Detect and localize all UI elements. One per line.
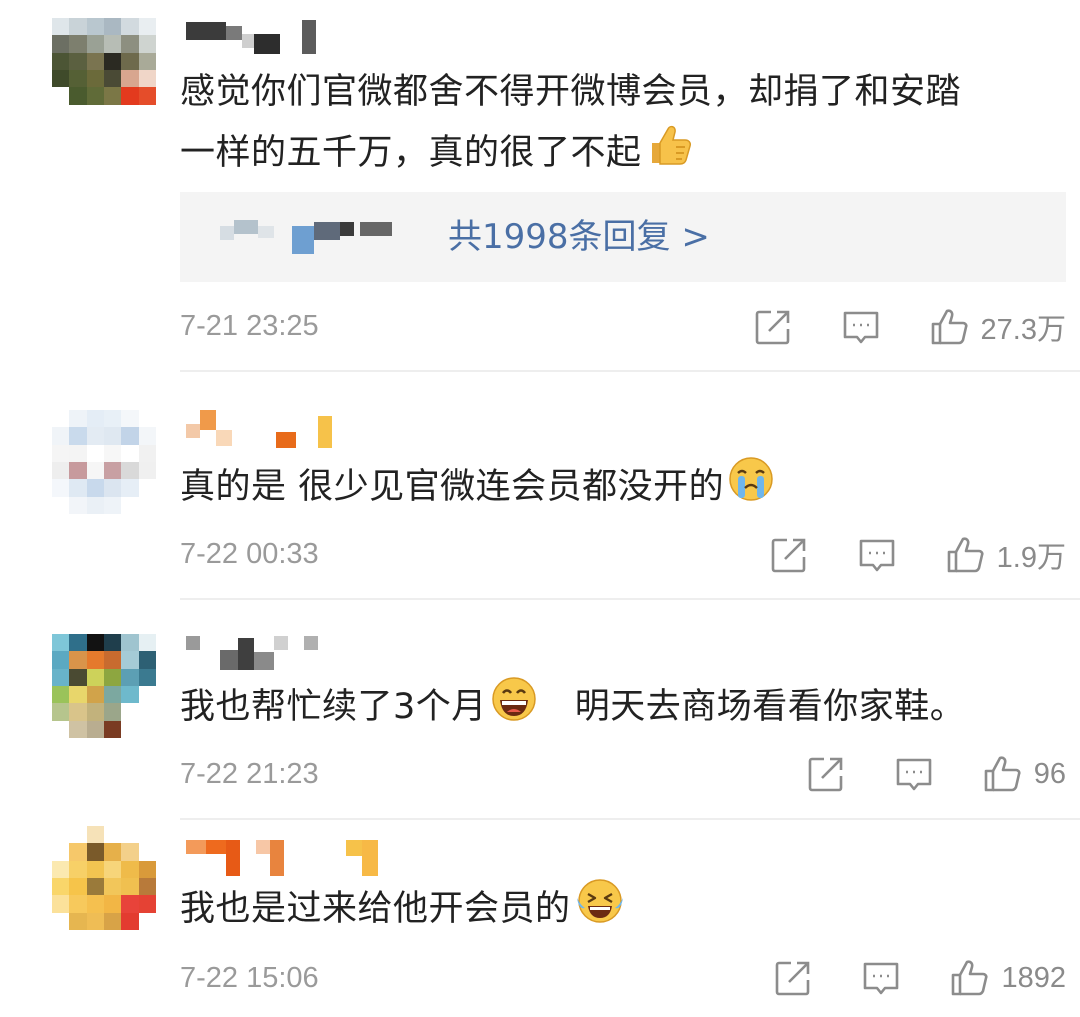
thumbs-up-icon[interactable]: [982, 754, 1022, 794]
timestamp: 7-22 00:33: [180, 538, 319, 570]
avatar[interactable]: [52, 826, 156, 930]
comment-icon[interactable]: [857, 535, 897, 575]
comment-text-line: 我也帮忙续了3个月: [180, 687, 487, 727]
action-bar: 1892: [773, 958, 1066, 998]
avatar[interactable]: [52, 634, 156, 738]
username-blurred[interactable]: [186, 836, 426, 876]
action-bar: 27.3万: [753, 306, 1066, 348]
comment-icon[interactable]: [894, 754, 934, 794]
divider: [180, 598, 1080, 600]
share-icon[interactable]: [806, 754, 846, 794]
avatar[interactable]: [52, 410, 156, 514]
comment-icon[interactable]: [841, 307, 881, 347]
divider: [180, 370, 1080, 372]
comment-icon[interactable]: [861, 958, 901, 998]
comment-text-line: 感觉你们官微都舍不得开微博会员，却捐了和安踏: [180, 72, 962, 112]
thumbs-up-emoji-icon: [646, 121, 694, 187]
thumbs-up-icon[interactable]: [949, 958, 989, 998]
laughing-tears-emoji-icon: [575, 878, 625, 942]
timestamp: 7-21 23:25: [180, 310, 319, 342]
timestamp: 7-22 15:06: [180, 962, 319, 994]
comment-text: 我也帮忙续了3个月 明天去商场看看你家鞋。: [180, 676, 1060, 740]
comment-text: 我也是过来给他开会员的: [180, 878, 1060, 942]
comment-text-line: 真的是 很少见官微连会员都没开的: [180, 467, 725, 507]
share-icon[interactable]: [773, 958, 813, 998]
replies-box[interactable]: 共1998条回复 >: [180, 192, 1066, 282]
username-blurred[interactable]: [186, 408, 426, 448]
like-count: 96: [1033, 757, 1066, 790]
comment-text-line: 明天去商场看看你家鞋。: [574, 687, 966, 727]
crying-face-emoji-icon: [728, 456, 774, 520]
like-count: 1.9万: [996, 542, 1066, 574]
reply-names-blurred: [220, 218, 420, 254]
view-replies-link[interactable]: 共1998条回复 >: [448, 212, 710, 262]
thumbs-up-icon[interactable]: [929, 307, 969, 347]
timestamp: 7-22 21:23: [180, 758, 319, 790]
action-bar: 96: [806, 754, 1066, 794]
comment-text: 感觉你们官微都舍不得开微博会员，却捐了和安踏 一样的五千万，真的很了不起: [180, 63, 1060, 187]
thumbs-up-icon[interactable]: [945, 535, 985, 575]
avatar[interactable]: [52, 18, 156, 122]
username-blurred[interactable]: [186, 630, 426, 670]
share-icon[interactable]: [753, 307, 793, 347]
username-blurred[interactable]: [186, 14, 426, 54]
comment-text-line: 一样的五千万，真的很了不起: [180, 133, 642, 173]
like-count: 27.3万: [980, 314, 1066, 346]
comment-text-line: 我也是过来给他开会员的: [180, 889, 571, 929]
action-bar: 1.9万: [769, 534, 1066, 576]
share-icon[interactable]: [769, 535, 809, 575]
like-count: 1892: [1001, 961, 1066, 994]
comment-text: 真的是 很少见官微连会员都没开的: [180, 456, 1060, 520]
grinning-face-emoji-icon: [491, 676, 537, 740]
divider: [180, 818, 1080, 820]
